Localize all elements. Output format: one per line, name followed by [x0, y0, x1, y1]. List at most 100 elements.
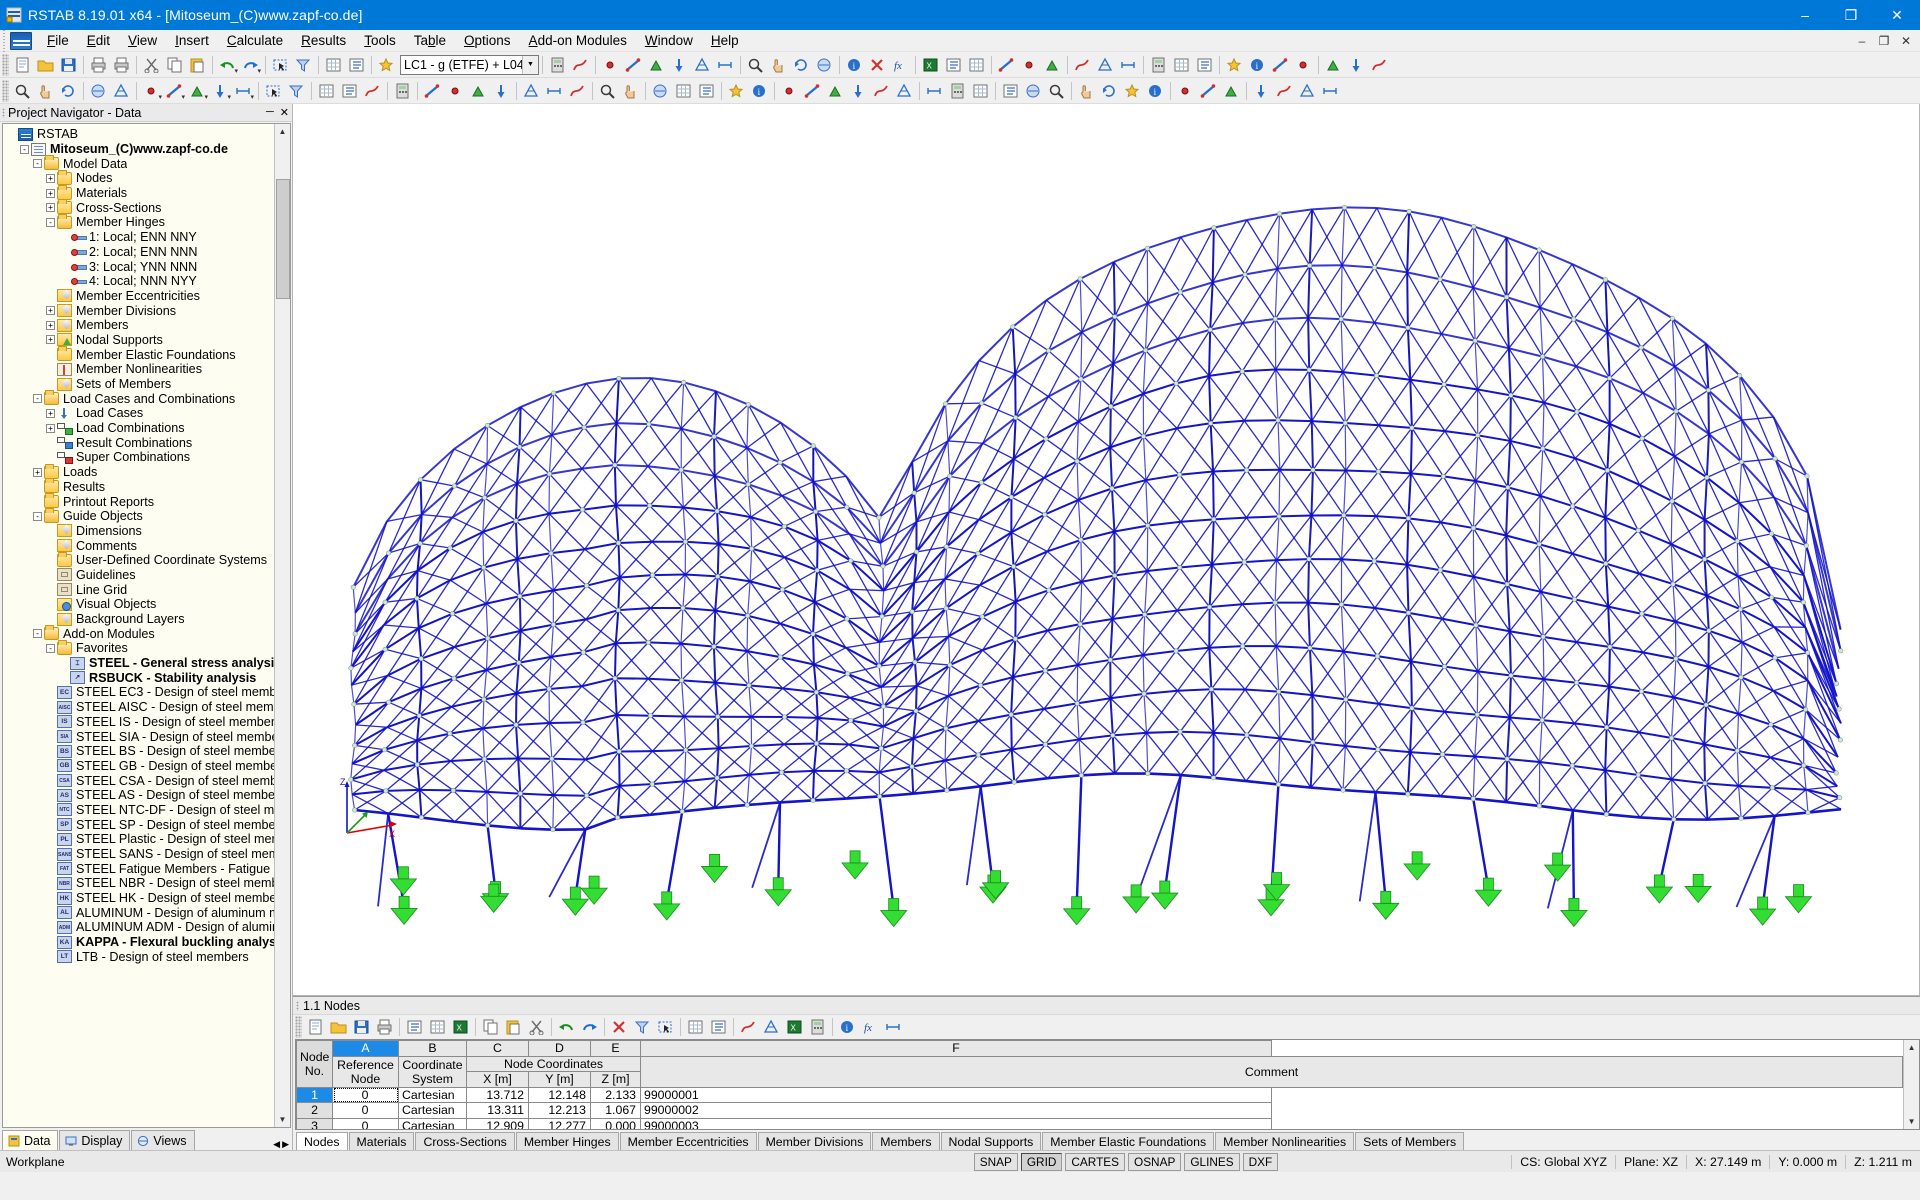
tree-item-member-eccentricities[interactable]: Member Eccentricities	[7, 289, 274, 304]
maximize-button[interactable]: ❐	[1828, 0, 1874, 30]
toolbar-button-list[interactable]	[1193, 54, 1216, 76]
tree-expand-icon[interactable]: +	[46, 189, 55, 198]
toolbar-button-list[interactable]	[942, 54, 965, 76]
table-toolbar-button-info[interactable]: i	[836, 1016, 859, 1038]
toolbar-button-info[interactable]: i	[1246, 54, 1269, 76]
tree-expand-icon[interactable]: +	[46, 203, 55, 212]
toolbar-button-member[interactable]	[995, 54, 1018, 76]
toolbar-button-star[interactable]	[1223, 54, 1246, 76]
toolbar-button-support[interactable]	[1220, 80, 1243, 102]
tree-item-steel-nbr[interactable]: NBRSTEEL NBR - Design of steel member	[7, 876, 274, 891]
table-toolbar-button-grid[interactable]	[684, 1016, 707, 1038]
toolbar-button-zoom[interactable]	[744, 54, 767, 76]
menu-item-tools[interactable]: Tools	[355, 31, 405, 50]
toolbar-button-load[interactable]	[668, 54, 691, 76]
toolbar-dropdown-arrow[interactable]: ▾	[250, 94, 254, 101]
toolbar-button-undo[interactable]: ▾	[216, 54, 239, 76]
table-toolbar-button-list[interactable]	[707, 1016, 730, 1038]
grid-col-letter-D[interactable]: D	[529, 1041, 591, 1057]
load-case-combo[interactable]: LC1 - g (ETFE) + L04▼	[400, 55, 539, 75]
cell-reference-node[interactable]: 0	[333, 1087, 399, 1103]
toolbar-button-res[interactable]	[1368, 54, 1391, 76]
minimize-button[interactable]: –	[1782, 0, 1828, 30]
toolbar-button-mesh[interactable]	[691, 54, 714, 76]
table-toolbar-grip[interactable]	[295, 1016, 302, 1038]
toolbar-button-node[interactable]	[1174, 80, 1197, 102]
toolbar-button-support[interactable]: ▾	[186, 80, 209, 102]
tree-collapse-icon[interactable]: -	[20, 145, 29, 154]
toolbar-button-pan[interactable]	[1075, 80, 1098, 102]
table-toolbar-button-filt[interactable]	[631, 1016, 654, 1038]
toolbar-button-mesh[interactable]	[1296, 80, 1319, 102]
toolbar-button-support[interactable]	[1041, 54, 1064, 76]
table-toolbar-button-mesh[interactable]	[760, 1016, 783, 1038]
tree-collapse-icon[interactable]: -	[33, 512, 42, 521]
model-viewport[interactable]: Z X	[293, 104, 1920, 996]
toolbar-button-res[interactable]	[569, 54, 592, 76]
table-scroll-up-arrow[interactable]: ▲	[1908, 1040, 1916, 1055]
toolbar-button-dim[interactable]	[543, 80, 566, 102]
grid-col-letter-C[interactable]: C	[467, 1041, 529, 1057]
toolbar-button-rot[interactable]	[790, 54, 813, 76]
toolbar-button-list[interactable]	[338, 80, 361, 102]
toolbar-button-zoom[interactable]	[1045, 80, 1068, 102]
tree-item-steel-general-stress-analysis[interactable]: ⌶STEEL - General stress analysis o	[7, 656, 274, 671]
tree-item-steel-sp[interactable]: SPSTEEL SP - Design of steel members	[7, 817, 274, 832]
tree-item-steel-is[interactable]: ISSTEEL IS - Design of steel members a	[7, 715, 274, 730]
toolbar-dropdown-arrow[interactable]: ▾	[227, 94, 231, 101]
tree-item-hinge-4[interactable]: 4: Local; NNN NYY	[7, 274, 274, 289]
tree-item-loads[interactable]: +Loads	[7, 465, 274, 480]
toolbar-button-calc[interactable]	[1147, 54, 1170, 76]
toolbar-button-load[interactable]	[847, 80, 870, 102]
tree-item-nodes[interactable]: +Nodes	[7, 171, 274, 186]
tree-item-steel-sans[interactable]: SANSSTEEL SANS - Design of steel memb	[7, 847, 274, 862]
table-row[interactable]: 10Cartesian13.71212.1482.13399000001	[297, 1087, 1903, 1103]
table-drag-grip[interactable]	[296, 1001, 299, 1011]
cell-z[interactable]: 1.067	[591, 1103, 641, 1119]
tree-item-steel-ntc-df[interactable]: NTCSTEEL NTC-DF - Design of steel mem	[7, 803, 274, 818]
toolbar-button-res[interactable]	[1071, 54, 1094, 76]
menu-grip[interactable]	[0, 30, 8, 52]
tree-expand-icon[interactable]: +	[46, 306, 55, 315]
tree-item-visual-objects[interactable]: Visual Objects	[7, 597, 274, 612]
cell-z[interactable]: 0.000	[591, 1118, 641, 1130]
toolbar-dropdown-arrow[interactable]: ▾	[257, 68, 261, 75]
toolbar-button-info[interactable]: i	[1144, 80, 1167, 102]
toolbar-button-dim[interactable]	[1319, 80, 1342, 102]
toolbar-button-support[interactable]	[1322, 54, 1345, 76]
grid-col-letter-B[interactable]: B	[399, 1041, 467, 1057]
table-toolbar-button-print[interactable]	[373, 1016, 396, 1038]
toolbar-button-zoom[interactable]	[11, 80, 34, 102]
toolbar-button-member[interactable]	[622, 54, 645, 76]
mdi-minimize-button[interactable]: –	[1852, 34, 1872, 48]
toolbar-button-res[interactable]	[361, 80, 384, 102]
toolbar-button-res[interactable]	[1273, 80, 1296, 102]
toolbar-dropdown-arrow[interactable]: ▾	[181, 94, 185, 101]
navigator-pin-button[interactable]: ─	[266, 106, 274, 119]
grid-col-letter-E[interactable]: E	[591, 1041, 641, 1057]
tree-item-materials[interactable]: +Materials	[7, 186, 274, 201]
toolbar-button-dim[interactable]	[1117, 54, 1140, 76]
toolbar-button-mesh[interactable]	[110, 80, 133, 102]
tree-item-project[interactable]: -Mitoseum_(C)www.zapf-co.de	[7, 142, 274, 157]
navigator-scroll-down-arrow[interactable]: ▼	[279, 1112, 287, 1127]
table-tab-member-eccentricities[interactable]: Member Eccentricities	[620, 1132, 757, 1150]
grid-col-letter-A[interactable]: A	[333, 1041, 399, 1057]
toolbar-dropdown-arrow[interactable]: ▾	[234, 68, 238, 75]
tree-item-result-combinations[interactable]: Result Combinations	[7, 435, 274, 450]
tree-collapse-icon[interactable]: -	[33, 159, 42, 168]
menu-item-options[interactable]: Options	[455, 31, 520, 50]
cell-coordinate-system[interactable]: Cartesian	[399, 1087, 467, 1103]
toolbar-button-open[interactable]	[34, 54, 57, 76]
tree-item-kappa[interactable]: KAKAPPA - Flexural buckling analysis	[7, 935, 274, 950]
cell-x[interactable]: 13.712	[467, 1087, 529, 1103]
navigator-vertical-scrollbar[interactable]: ▲ ▼	[274, 124, 290, 1127]
toolbar-button-load[interactable]	[1250, 80, 1273, 102]
tree-expand-icon[interactable]: +	[46, 424, 55, 433]
table-tab-member-elastic-foundations[interactable]: Member Elastic Foundations	[1042, 1132, 1214, 1150]
tree-item-aluminum-adm[interactable]: ADMALUMINUM ADM - Design of alumin	[7, 920, 274, 935]
toolbar-button-zoom[interactable]	[596, 80, 619, 102]
menu-item-edit[interactable]: Edit	[78, 31, 119, 50]
navigator-scroll-thumb[interactable]	[276, 179, 290, 299]
cell-x[interactable]: 13.311	[467, 1103, 529, 1119]
